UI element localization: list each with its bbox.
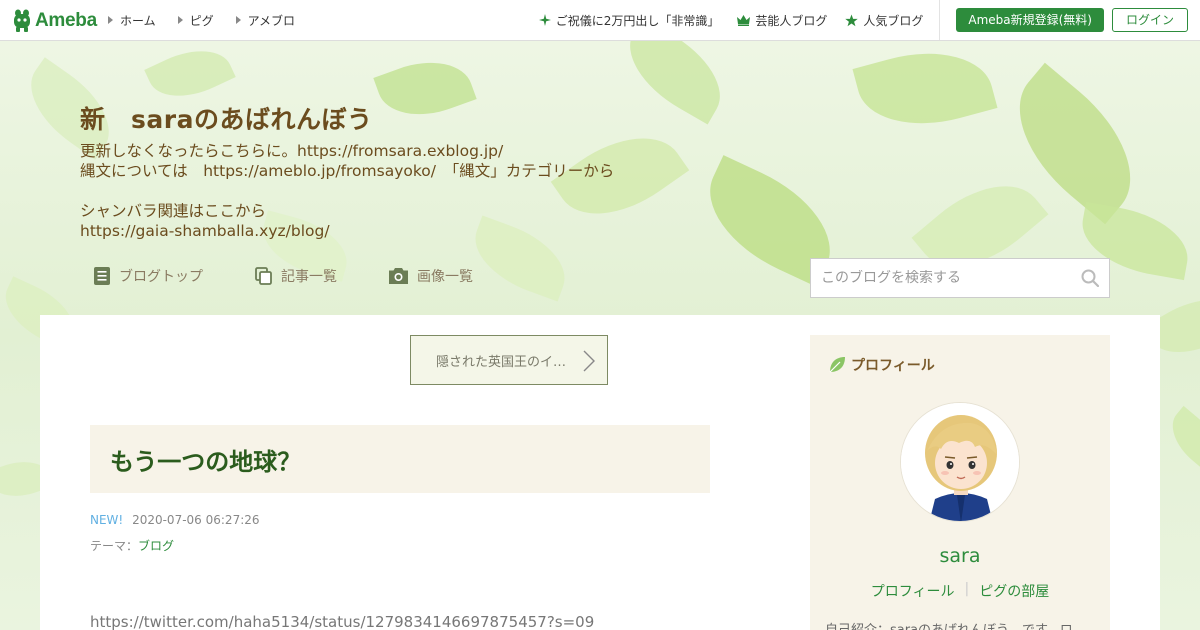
header-divider: [939, 0, 941, 40]
celebrity-blog-link[interactable]: 芸能人ブログ: [737, 12, 827, 29]
main-content: 隠された英国王のイ… もう一つの地球？ NEW! 2020-07-06 06:2…: [40, 315, 1160, 630]
blog-nav-entries[interactable]: 記事一覧: [255, 266, 337, 286]
document-icon: [94, 267, 110, 285]
register-button[interactable]: Ameba新規登録(無料): [956, 8, 1104, 32]
pigg-room-link[interactable]: ピグの部屋: [979, 581, 1049, 601]
profile-heading: プロフィール: [828, 355, 935, 375]
header-right: ご祝儀に2万円出し「非常識」 芸能人ブログ 人気ブログ Ameba新規登録(無料…: [538, 0, 1200, 40]
star-icon: [845, 14, 859, 26]
nav-ameblo[interactable]: アメブロ: [235, 12, 296, 29]
blog-title[interactable]: 新 saraのあばれんぼう: [80, 100, 372, 136]
login-button[interactable]: ログイン: [1111, 8, 1188, 32]
blog-nav-images-label: 画像一覧: [417, 269, 473, 285]
prev-entry-title: 隠された英国王のイ…: [436, 354, 567, 370]
nav-pigg[interactable]: ピグ: [177, 12, 214, 29]
blog-description: 更新しなくなったらこちらに。https://fromsara.exblog.jp…: [80, 141, 614, 241]
nav-ameblo-label: アメブロ: [247, 13, 296, 28]
news-link[interactable]: ご祝儀に2万円出し「非常識」: [538, 12, 720, 29]
entry-title[interactable]: もう一つの地球？: [110, 442, 301, 477]
blog-desc-line: 縄文については https://ameblo.jp/fromsayoko/ 「縄…: [80, 162, 615, 180]
celebrity-blog-label: 芸能人ブログ: [755, 13, 828, 28]
profile-heading-label: プロフィール: [851, 358, 935, 374]
avatar-image: [901, 403, 1019, 521]
prev-entry-link[interactable]: 隠された英国王のイ…: [410, 335, 608, 385]
blog-desc-line: [80, 181, 614, 201]
profile-link[interactable]: プロフィール: [871, 581, 955, 601]
copy-icon: [255, 267, 272, 285]
logo-text: Ameba: [35, 10, 97, 31]
ameba-mascot-icon: [14, 9, 30, 32]
nav-home[interactable]: ホーム: [108, 12, 156, 29]
blog-desc-line: 更新しなくなったらこちらに。https://fromsara.exblog.jp…: [80, 142, 504, 160]
blog-search-input[interactable]: [821, 270, 1081, 286]
blog-search: [810, 258, 1110, 298]
triangle-right-icon: [177, 16, 183, 24]
profile-name[interactable]: sara: [810, 545, 1110, 567]
popular-blog-label: 人気ブログ: [863, 13, 924, 28]
global-nav: ホーム ピグ アメブロ: [108, 0, 317, 40]
divider: |: [964, 581, 970, 597]
profile-links: プロフィール | ピグの部屋: [810, 581, 1110, 601]
nav-home-label: ホーム: [120, 13, 156, 28]
triangle-right-icon: [235, 16, 241, 24]
popular-blog-link[interactable]: 人気ブログ: [845, 12, 923, 29]
entry-body-url[interactable]: https://twitter.com/haha5134/status/1279…: [90, 613, 594, 630]
blog-nav-entries-label: 記事一覧: [281, 269, 337, 285]
blog-desc-line: シャンバラ関連はここから: [80, 202, 267, 220]
new-badge: NEW!: [90, 513, 124, 527]
news-link-label: ご祝儀に2万円出し「非常識」: [555, 13, 720, 28]
global-header: Ameba ホーム ピグ アメブロ ご祝儀に2万円出し「非常識」 芸能人ブログ …: [0, 0, 1200, 41]
leaf-icon: [829, 357, 845, 373]
avatar[interactable]: [900, 402, 1020, 522]
search-icon[interactable]: [1081, 269, 1099, 287]
blog-nav: ブログトップ 記事一覧 画像一覧: [94, 266, 525, 286]
triangle-right-icon: [108, 16, 113, 24]
theme-label: テーマ：: [90, 539, 139, 553]
blog-desc-line: https://gaia-shamballa.xyz/blog/: [80, 222, 330, 240]
entry-date-line: NEW! 2020-07-06 06:27:26: [90, 513, 260, 527]
crown-icon: [737, 14, 751, 26]
camera-icon: [389, 268, 408, 284]
entry-theme-line: テーマ：ブログ: [90, 537, 174, 554]
sparkle-icon: [538, 14, 551, 26]
entry-datetime: 2020-07-06 06:27:26: [132, 513, 260, 527]
theme-link[interactable]: ブログ: [138, 539, 174, 553]
entry-header: もう一つの地球？: [90, 425, 710, 493]
profile-intro: 自己紹介：saraのあばれんぼう です。ロ: [825, 619, 1105, 630]
ameba-logo[interactable]: Ameba: [12, 8, 97, 34]
blog-nav-images[interactable]: 画像一覧: [389, 266, 473, 286]
nav-pigg-label: ピグ: [189, 13, 214, 28]
blog-nav-top[interactable]: ブログトップ: [94, 266, 203, 286]
profile-box: プロフィール sara プロフィール | ピグの部屋: [810, 335, 1110, 630]
blog-nav-top-label: ブログトップ: [119, 269, 203, 285]
chevron-right-icon: [583, 350, 595, 372]
